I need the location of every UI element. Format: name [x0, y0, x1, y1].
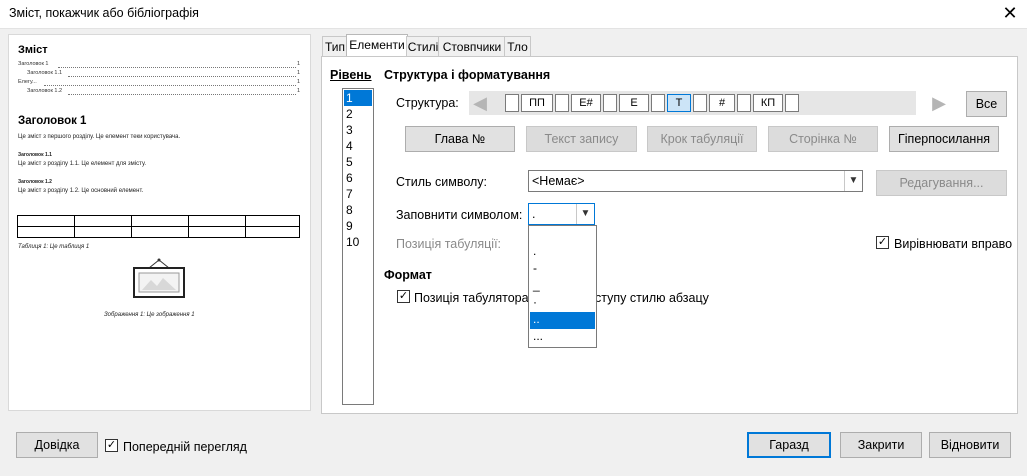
window-title: Зміст, покажчик або бібліографія	[9, 6, 199, 20]
scroll-right-icon[interactable]: ▶	[929, 93, 949, 113]
preview-leader	[44, 85, 296, 86]
char-style-value: <Немає>	[532, 174, 585, 188]
help-button[interactable]: Довідка	[16, 432, 98, 458]
preview-paragraph: Це зміст з розділу 1.2. Це основний елем…	[18, 188, 144, 194]
chevron-down-icon[interactable]: ▼	[576, 204, 594, 224]
structure-gap[interactable]	[693, 94, 707, 112]
fill-char-option[interactable]: ...	[530, 329, 595, 346]
level-item[interactable]: 10	[344, 234, 372, 250]
edit-char-style-button[interactable]: Редагування...	[876, 170, 1007, 196]
page-no-button[interactable]: Сторінка №	[768, 126, 878, 152]
fill-char-option[interactable]: ·	[530, 295, 595, 312]
preview-toc-line: Заголовок 1.1	[27, 70, 63, 76]
preview-leader	[58, 67, 296, 68]
fill-char-select[interactable]: . ▼	[528, 203, 595, 225]
fill-char-value: .	[532, 207, 536, 221]
levels-label: Рівень	[330, 68, 372, 82]
structure-token-page[interactable]: #	[709, 94, 735, 112]
tab-entries[interactable]: Елементи	[346, 34, 408, 58]
fill-char-label: Заповнити символом:	[396, 208, 523, 222]
tab-position-label: Позиція табуляції:	[396, 237, 502, 251]
structure-gap[interactable]	[555, 94, 569, 112]
preview-leader	[68, 94, 296, 95]
preview-subheading: Заголовок 1.2	[18, 179, 52, 185]
tab-styles[interactable]: Стилі	[406, 36, 440, 57]
all-button[interactable]: Все	[966, 91, 1007, 117]
structure-token-tab[interactable]: Т	[667, 94, 691, 112]
structure-section-title: Структура і форматування	[384, 68, 551, 82]
preview-leader	[68, 76, 296, 77]
ok-button[interactable]: Гаразд	[747, 432, 831, 458]
structure-label: Структура:	[396, 96, 459, 110]
level-item[interactable]: 5	[344, 154, 372, 170]
tab-type[interactable]: Тип	[322, 36, 348, 57]
hyperlink-button[interactable]: Гіперпосилання	[889, 126, 999, 152]
tab-relative-label: Позиція табулятора в	[414, 291, 539, 305]
preview-toc-line: Елегу...	[18, 79, 37, 85]
preview-label: Попередній перегляд	[123, 440, 247, 454]
level-item[interactable]: 3	[344, 122, 372, 138]
format-section-title: Формат	[384, 268, 432, 282]
preview-toc-page: 1	[297, 70, 301, 76]
preview-paragraph: Це зміст з першого розділу. Це елемент т…	[18, 134, 181, 140]
structure-token-chapter[interactable]: ПП	[521, 94, 553, 112]
reset-button[interactable]: Відновити	[929, 432, 1011, 458]
level-item[interactable]: 1	[344, 90, 372, 106]
preview-toc-title: Зміст	[18, 44, 48, 56]
preview-image-caption: Зображення 1: Це зображення 1	[104, 312, 195, 318]
preview-toc-line: Заголовок 1.2	[27, 88, 63, 94]
level-item[interactable]: 7	[344, 186, 372, 202]
tab-background[interactable]: Тло	[504, 36, 531, 57]
level-item[interactable]: 4	[344, 138, 372, 154]
level-item[interactable]: 9	[344, 218, 372, 234]
preview-heading: Заголовок 1	[18, 115, 87, 127]
structure-gap[interactable]	[505, 94, 519, 112]
level-item[interactable]: 2	[344, 106, 372, 122]
level-item[interactable]: 8	[344, 202, 372, 218]
preview-toc-page: 1	[297, 79, 301, 85]
entry-text-button[interactable]: Текст запису	[526, 126, 637, 152]
align-right-label: Вирівнювати вправо	[894, 237, 1013, 251]
chevron-down-icon[interactable]: ▼	[844, 171, 862, 191]
fill-char-option[interactable]: .	[530, 244, 595, 261]
preview-table	[17, 215, 300, 238]
align-right-checkbox[interactable]: ✓	[876, 236, 889, 249]
levels-list[interactable]: 1 2 3 4 5 6 7 8 9 10	[342, 88, 374, 405]
structure-gap[interactable]	[603, 94, 617, 112]
close-button[interactable]: Закрити	[840, 432, 922, 458]
fill-char-option[interactable]: _	[530, 278, 595, 295]
structure-token-entry-num[interactable]: Е#	[571, 94, 601, 112]
preview-toc-page: 1	[297, 61, 301, 67]
structure-gap[interactable]	[737, 94, 751, 112]
char-style-label: Стиль символу:	[396, 175, 488, 189]
tab-stop-button[interactable]: Крок табуляції	[647, 126, 757, 152]
tab-relative-label-tail: ступу стилю абзацу	[595, 291, 709, 305]
structure-gap[interactable]	[785, 94, 799, 112]
fill-char-dropdown[interactable]: . - _ · .. ...	[528, 225, 597, 348]
fill-char-option[interactable]: -	[530, 261, 595, 278]
structure-token-end-link[interactable]: КП	[753, 94, 783, 112]
preview-toc-page: 1	[297, 88, 301, 94]
tab-relative-checkbox[interactable]: ✓	[397, 290, 410, 303]
tab-columns[interactable]: Стовпчики	[438, 36, 506, 57]
structure-gap[interactable]	[651, 94, 665, 112]
preview-subheading: Заголовок 1.1	[18, 152, 52, 158]
preview-toc-line: Заголовок 1	[18, 61, 49, 67]
picture-frame-icon	[133, 258, 185, 298]
preview-table-caption: Таблиця 1: Це таблиця 1	[18, 244, 90, 250]
structure-token-entry[interactable]: Е	[619, 94, 649, 112]
chapter-no-button[interactable]: Глава №	[405, 126, 515, 152]
fill-char-option[interactable]	[530, 227, 595, 244]
fill-char-option[interactable]: ..	[530, 312, 595, 329]
char-style-select[interactable]: <Немає> ▼	[528, 170, 863, 192]
level-item[interactable]: 6	[344, 170, 372, 186]
scroll-left-icon[interactable]: ◀	[470, 93, 490, 113]
preview-paragraph: Це зміст з розділу 1.1. Це елемент для з…	[18, 161, 147, 167]
preview-checkbox[interactable]: ✓	[105, 439, 118, 452]
close-icon[interactable]: ✕	[998, 2, 1022, 24]
